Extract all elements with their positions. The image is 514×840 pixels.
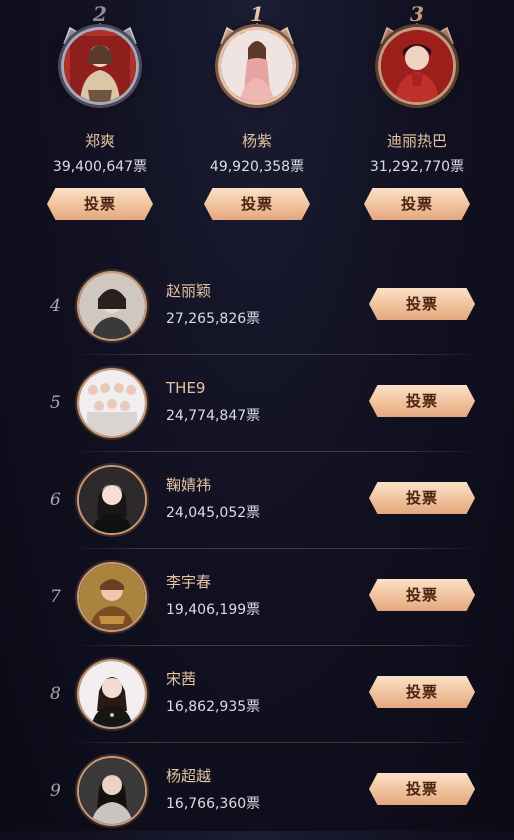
candidate-name: 杨紫	[241, 132, 272, 150]
person-photo-icon	[64, 30, 136, 102]
avatar[interactable]	[218, 27, 296, 105]
person-photo-icon	[79, 273, 145, 339]
candidate-name: 杨超越	[166, 767, 212, 785]
vote-button[interactable]: 投票	[369, 385, 475, 417]
candidate-name: 李宇春	[166, 573, 212, 591]
person-photo-icon	[79, 661, 145, 727]
candidate-name: 迪丽热巴	[386, 132, 447, 150]
vote-count: 16,862,935票	[166, 699, 261, 715]
vote-button[interactable]: 投票	[47, 188, 153, 220]
vote-button[interactable]: 投票	[369, 676, 475, 708]
list-item: 7 李宇春 19,406,199票 投票	[0, 549, 514, 646]
vote-button[interactable]: 投票	[364, 188, 470, 220]
avatar[interactable]	[77, 271, 147, 341]
candidate-name: 郑爽	[84, 132, 115, 150]
avatar[interactable]	[77, 659, 147, 729]
avatar[interactable]	[77, 465, 147, 535]
vote-button[interactable]: 投票	[369, 482, 475, 514]
rank-number: 3	[410, 2, 424, 26]
avatar[interactable]	[61, 27, 139, 105]
vote-count: 39,400,647票	[52, 159, 148, 175]
list-item: 8 宋茜 16,862,935票 投票	[0, 646, 514, 743]
rank-number: 9	[50, 781, 61, 801]
person-photo-icon	[79, 758, 145, 824]
avatar[interactable]	[378, 27, 456, 105]
list-item: 5 THE9 24,774,847票 投票	[0, 355, 514, 452]
rank-number: 4	[50, 296, 61, 316]
rank-number: 6	[50, 490, 61, 510]
avatar[interactable]	[77, 756, 147, 826]
vote-count: 24,045,052票	[166, 505, 261, 521]
rank-number: 2	[93, 2, 107, 26]
rank-number: 1	[250, 2, 264, 26]
vote-button[interactable]: 投票	[204, 188, 310, 220]
vote-count: 24,774,847票	[166, 408, 261, 424]
vote-button[interactable]: 投票	[369, 773, 475, 805]
candidate-name: 赵丽颖	[166, 282, 212, 300]
vote-button[interactable]: 投票	[369, 288, 475, 320]
rank-number: 8	[50, 684, 61, 704]
person-photo-icon	[381, 30, 453, 102]
vote-count: 19,406,199票	[166, 602, 261, 618]
vote-button[interactable]: 投票	[369, 579, 475, 611]
list-item: 6 鞠婧祎 24,045,052票 投票	[0, 452, 514, 549]
vote-count: 31,292,770票	[369, 159, 465, 175]
rank-number: 7	[50, 587, 61, 607]
group-photo-icon	[79, 370, 145, 436]
vote-count: 27,265,826票	[166, 311, 261, 327]
avatar[interactable]	[77, 562, 147, 632]
candidate-name: 鞠婧祎	[166, 476, 212, 494]
rank-number: 5	[50, 393, 61, 413]
list-item: 4 赵丽颖 27,265,826票 投票	[0, 258, 514, 355]
person-photo-icon	[79, 564, 145, 630]
candidate-name: THE9	[166, 379, 206, 397]
list-item: 9 杨超越 16,766,360票 投票	[0, 743, 514, 840]
avatar[interactable]	[77, 368, 147, 438]
vote-count: 16,766,360票	[166, 796, 261, 812]
vote-count: 49,920,358票	[209, 159, 305, 175]
person-photo-icon	[79, 467, 145, 533]
candidate-name: 宋茜	[166, 670, 197, 688]
person-photo-icon	[221, 30, 293, 102]
